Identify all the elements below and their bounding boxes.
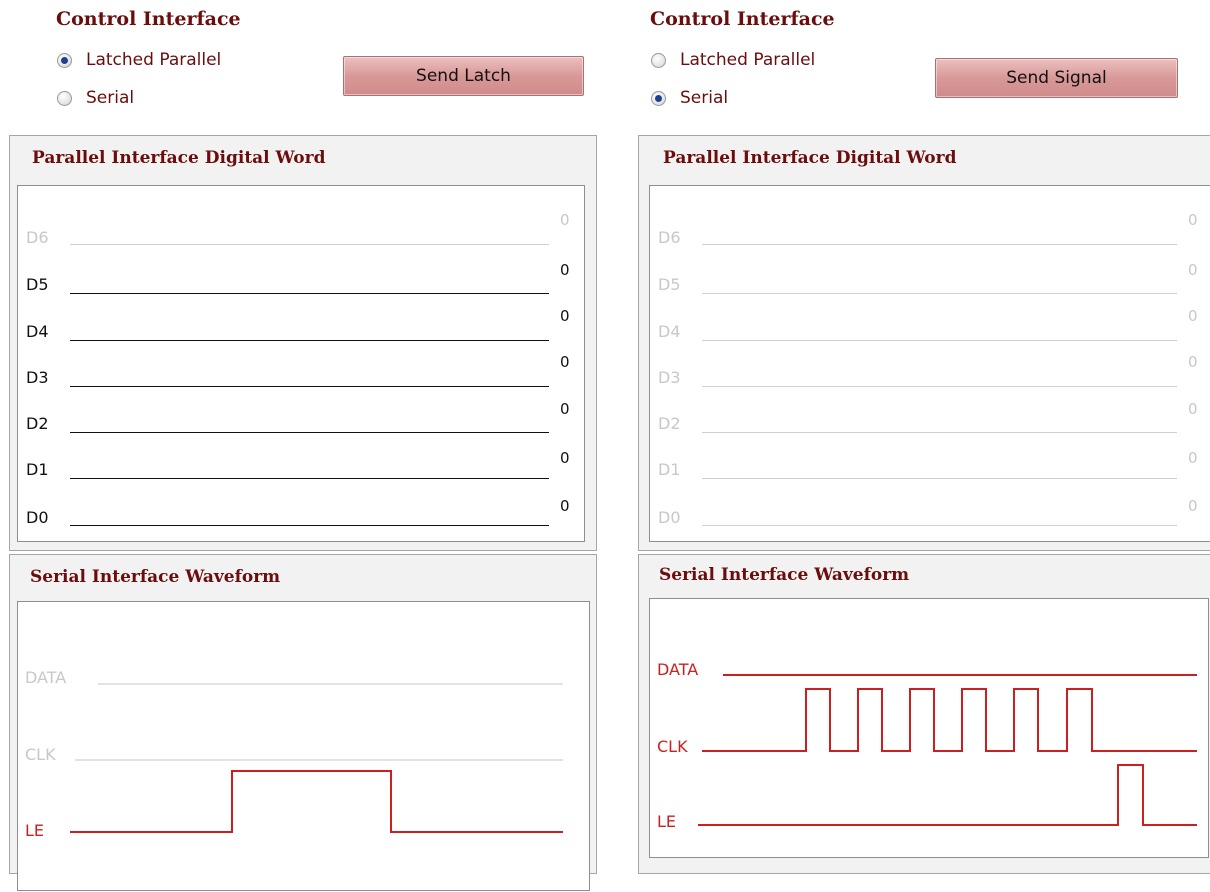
bit-line [702,293,1177,294]
parallel-word-group: Parallel Interface Digital Word D6 0 D5 … [9,135,597,551]
bit-label: D5 [26,275,49,294]
bit-value: 0 [560,353,570,371]
serial-waveform-group: Serial Interface Waveform DATA CLK LE [9,554,597,891]
radio-label: Latched Parallel [86,50,222,70]
radio-serial[interactable]: Serial [651,85,728,111]
waveform-svg [698,674,1197,826]
bit-value: 0 [1188,497,1198,515]
parallel-bits-area: D6 0 D5 0 D4 0 D3 0 D2 0 D1 0 D0 0 [17,185,585,542]
radio-unchecked-icon[interactable] [651,52,666,68]
bit-value: 0 [560,449,570,467]
bit-value: 0 [1188,449,1198,467]
parallel-word-group: Parallel Interface Digital Word D6 0 D5 … [638,135,1210,551]
bit-value: 0 [560,307,570,325]
bit-value: 0 [560,261,570,279]
bit-line [70,293,549,294]
bit-line [702,525,1177,526]
control-interface-title: Control Interface [56,8,241,30]
bit-value: 0 [1188,400,1198,418]
bit-value: 0 [1188,261,1198,279]
parallel-group-title: Parallel Interface Digital Word [32,148,326,168]
bit-label: D2 [26,414,49,433]
radio-checked-icon[interactable] [651,90,666,106]
bit-label: D2 [658,414,681,433]
radio-label: Serial [680,88,729,108]
send-signal-button[interactable]: Send Signal [935,58,1178,98]
bit-label: D0 [26,508,49,527]
waveform-area: DATA CLK LE [649,598,1209,858]
radio-unchecked-icon[interactable] [57,90,72,106]
bit-value: 0 [560,400,570,418]
bit-line [70,244,549,245]
bit-label: D6 [658,228,681,247]
le-wave [698,764,1197,826]
bit-value: 0 [560,211,570,229]
radio-serial[interactable]: Serial [57,85,134,111]
bit-line [702,244,1177,245]
radio-latched-parallel[interactable]: Latched Parallel [57,47,221,73]
bit-line [702,340,1177,341]
bit-line [702,386,1177,387]
le-wave [70,770,563,833]
serial-group-title: Serial Interface Waveform [30,567,281,587]
serial-waveform-group: Serial Interface Waveform DATA CLK LE [638,554,1210,874]
bit-label: D1 [658,460,681,479]
radio-label: Serial [86,88,135,108]
parallel-group-title: Parallel Interface Digital Word [663,148,957,168]
radio-label: Latched Parallel [680,50,816,70]
bit-value: 0 [1188,307,1198,325]
bit-value: 0 [560,497,570,515]
bit-line [70,478,549,479]
bit-label: D1 [26,460,49,479]
bit-label: D4 [658,322,681,341]
bit-line [70,525,549,526]
bit-label: D3 [658,368,681,387]
radio-checked-icon[interactable] [57,52,72,68]
send-latch-button[interactable]: Send Latch [343,56,584,96]
bit-value: 0 [1188,211,1198,229]
parallel-bits-area: D6 0 D5 0 D4 0 D3 0 D2 0 D1 0 D0 0 [649,185,1210,542]
bit-line [70,386,549,387]
bit-label: D5 [658,275,681,294]
bit-label: D6 [26,228,49,247]
waveform-svg [70,683,563,833]
bit-line [70,340,549,341]
bit-line [702,432,1177,433]
bit-line [702,478,1177,479]
control-interface-title: Control Interface [650,8,835,30]
bit-value: 0 [1188,353,1198,371]
bit-label: D4 [26,322,49,341]
serial-group-title: Serial Interface Waveform [659,565,910,585]
waveform-area: DATA CLK LE [17,601,590,891]
bit-label: D0 [658,508,681,527]
clk-wave [702,688,1197,752]
bit-line [70,432,549,433]
bit-label: D3 [26,368,49,387]
radio-latched-parallel[interactable]: Latched Parallel [651,47,815,73]
